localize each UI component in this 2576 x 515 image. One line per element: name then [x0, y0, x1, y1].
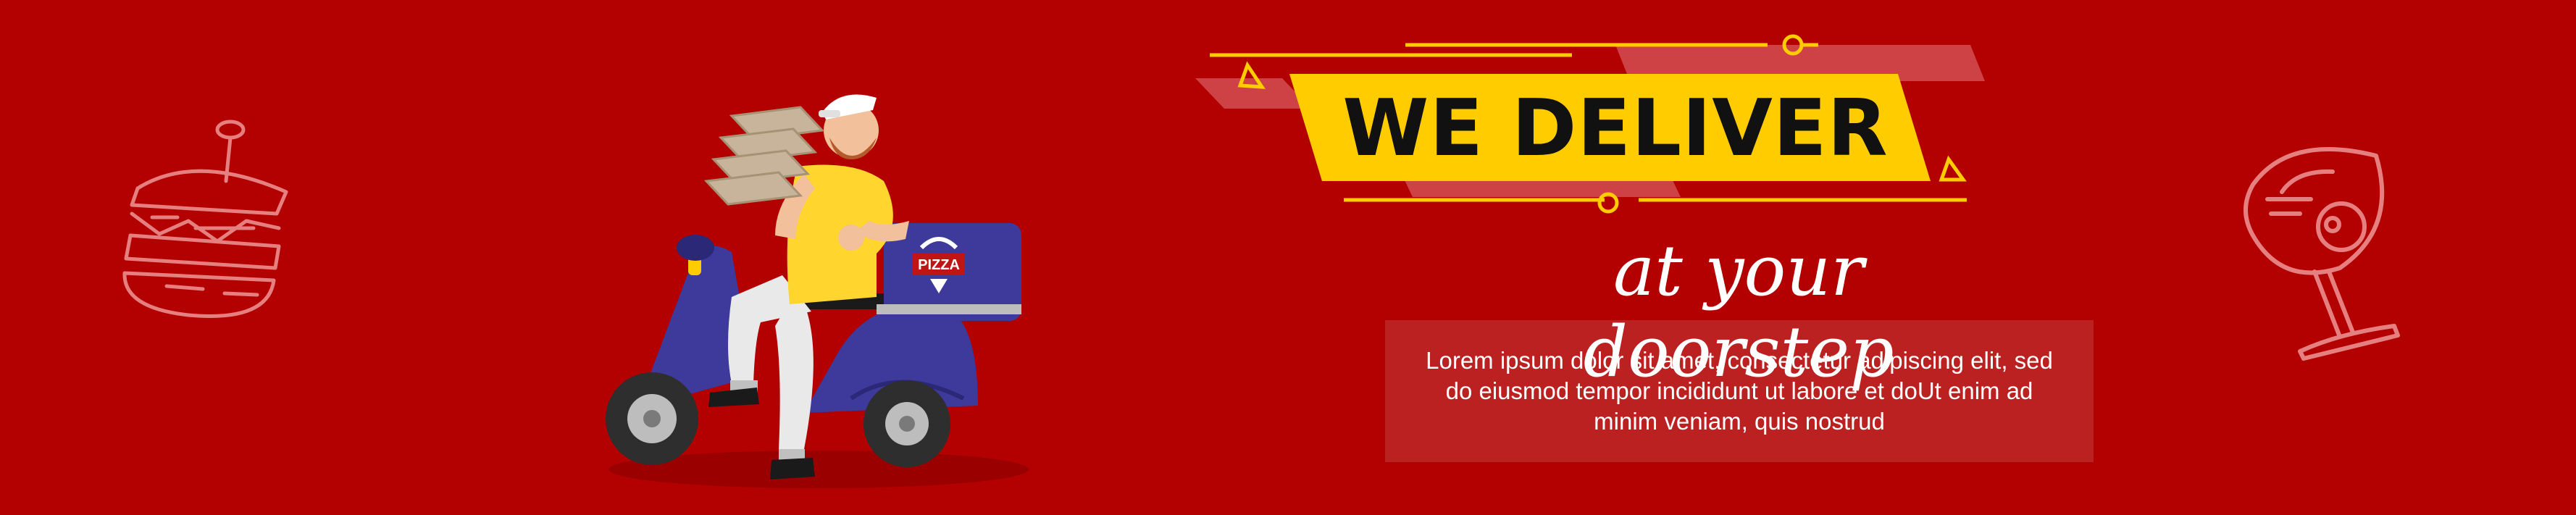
delivery-scooter-illustration: PIZZA	[606, 94, 1029, 488]
description-box: Lorem ipsum dolor sit amet, consectetur …	[1385, 320, 2094, 462]
delivery-banner: WE DELIVER at your doorstep Lorem ipsum …	[0, 0, 2576, 515]
wine-glass-icon	[2243, 147, 2400, 361]
headline: WE DELIVER	[1342, 83, 1889, 174]
burger-icon	[122, 120, 288, 318]
description-text: Lorem ipsum dolor sit amet, consectetur …	[1426, 347, 2053, 435]
pizza-box-label: PIZZA	[918, 257, 960, 273]
